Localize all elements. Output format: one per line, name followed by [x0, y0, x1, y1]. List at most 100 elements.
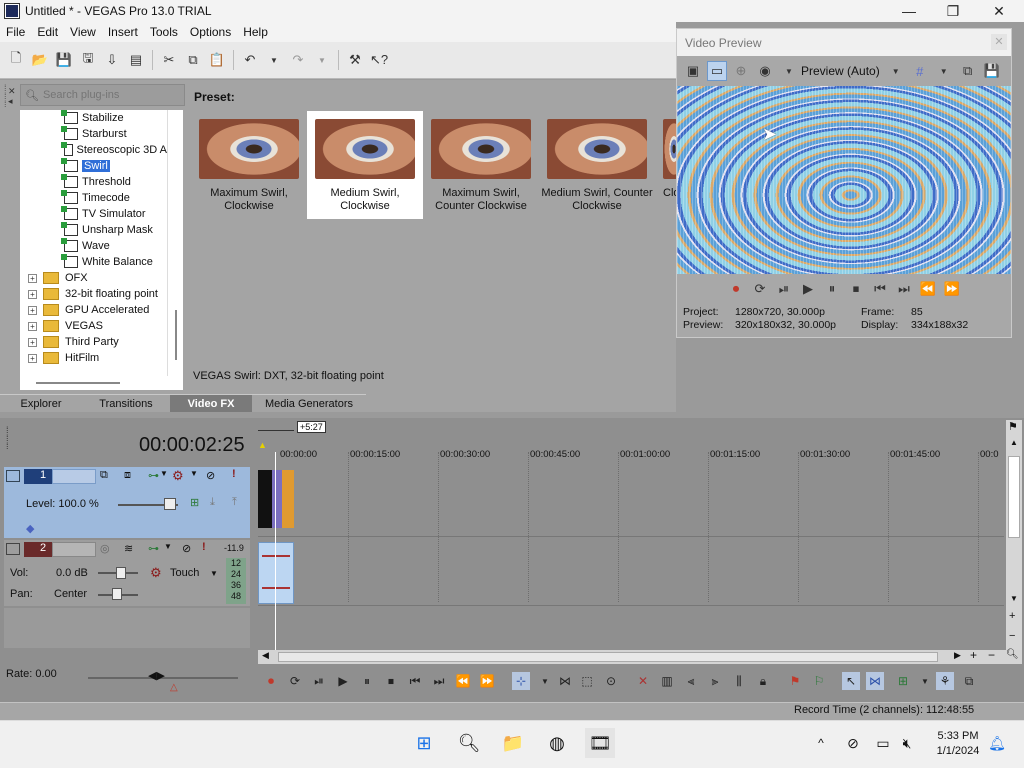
- menu-view[interactable]: View: [64, 25, 102, 39]
- volume-muted-icon[interactable]: 🔇︎: [892, 728, 922, 758]
- compositing-down-icon[interactable]: ⤓: [210, 496, 215, 509]
- solo-icon[interactable]: !: [232, 468, 236, 480]
- go-to-end-icon[interactable]: ⏭: [430, 672, 448, 690]
- minimize-button[interactable]: —: [886, 0, 932, 22]
- tab-explorer[interactable]: Explorer: [0, 394, 82, 412]
- timeline-grip[interactable]: ⁞ ⁞ ⁞: [6, 426, 9, 451]
- tree-item-threshold[interactable]: Threshold: [61, 174, 167, 190]
- tree-item-tv-simulator[interactable]: TV Simulator: [61, 206, 167, 222]
- video-fx-icon[interactable]: ◉: [755, 61, 775, 81]
- render-icon[interactable]: ⇩: [102, 50, 122, 70]
- volume-slider-thumb[interactable]: [116, 567, 126, 579]
- preset-partial[interactable]: Clo: [655, 111, 676, 219]
- audio-track-header[interactable]: 2 ◎ ≋ ⊶ ▼ ⊘ ! -11.9 Vol: 0.0 dB ⚙ Touch …: [4, 540, 250, 606]
- ripple-dropdown-icon[interactable]: ▼: [916, 672, 934, 690]
- tab-media-generators[interactable]: Media Generators: [252, 394, 366, 412]
- chrome-icon[interactable]: ◍: [542, 728, 572, 758]
- menu-tools[interactable]: Tools: [144, 25, 184, 39]
- preset-maximum-swirl-counter-clockwise[interactable]: Maximum Swirl, Counter Clockwise: [423, 111, 539, 219]
- save-snapshot-icon[interactable]: 💾: [982, 61, 1002, 81]
- loop-icon[interactable]: ⟳: [750, 279, 770, 299]
- redo-icon[interactable]: ↷: [288, 50, 308, 70]
- search-icon[interactable]: 🔍︎: [454, 728, 484, 758]
- auto-crossfade-icon[interactable]: ⋈: [866, 672, 884, 690]
- notification-bell-icon[interactable]: 🔔︎: [982, 728, 1012, 758]
- compositing-mode-icon[interactable]: ⧉: [100, 469, 108, 482]
- expand-icon[interactable]: +: [28, 321, 37, 331]
- plugin-search[interactable]: 🔍︎: [20, 84, 185, 106]
- split-icon[interactable]: ⫼: [730, 672, 748, 690]
- zoom-in-time-icon[interactable]: +: [970, 648, 977, 662]
- scroll-thumb[interactable]: [1008, 456, 1020, 538]
- trim-end-icon[interactable]: ⫸: [706, 672, 724, 690]
- previous-frame-icon[interactable]: ⏪: [918, 279, 938, 299]
- menu-insert[interactable]: Insert: [102, 25, 144, 39]
- go-to-end-icon[interactable]: ⏭: [894, 279, 914, 299]
- track-automation-icon[interactable]: ◆: [26, 522, 34, 535]
- tree-item-starburst[interactable]: Starburst: [61, 126, 167, 142]
- external-monitor-icon[interactable]: ▭: [707, 61, 727, 81]
- stop-icon[interactable]: ⏹: [382, 672, 400, 690]
- expand-icon[interactable]: +: [28, 353, 37, 363]
- insert-region-icon[interactable]: ⚐: [810, 672, 828, 690]
- overlays-grid-icon[interactable]: #: [910, 61, 930, 81]
- tree-item-swirl[interactable]: Swirl: [61, 158, 167, 174]
- menu-options[interactable]: Options: [184, 25, 237, 39]
- chevron-up-icon[interactable]: ^: [806, 728, 836, 758]
- loop-region-bar[interactable]: [258, 421, 294, 431]
- pause-icon[interactable]: ⏸: [822, 279, 842, 299]
- track-fx-dropdown-icon[interactable]: ▼: [164, 542, 172, 551]
- menu-edit[interactable]: Edit: [31, 25, 64, 39]
- trim-start-icon[interactable]: ⫷: [682, 672, 700, 690]
- track-name-field[interactable]: [52, 469, 96, 484]
- mute-icon[interactable]: ⊘: [182, 542, 191, 555]
- envelope-edit-tool-icon[interactable]: ⋈: [556, 672, 574, 690]
- track-fx-icon[interactable]: ⚙: [172, 468, 184, 484]
- solo-icon[interactable]: !: [202, 541, 206, 553]
- go-to-start-icon[interactable]: ⏮: [870, 279, 890, 299]
- expand-icon[interactable]: +: [28, 289, 37, 299]
- tab-transitions[interactable]: Transitions: [82, 394, 170, 412]
- maximize-button[interactable]: ❐: [930, 0, 976, 22]
- preset-medium-swirl-counter-clockwise[interactable]: Medium Swirl, Counter Clockwise: [539, 111, 655, 219]
- record-icon[interactable]: ⏺: [726, 279, 746, 299]
- track-fx-dropdown-icon[interactable]: ▼: [190, 469, 198, 478]
- scroll-up-icon[interactable]: ▲: [1010, 438, 1018, 447]
- new-file-icon[interactable]: 🗋: [6, 50, 26, 70]
- quality-chevron-down-icon[interactable]: ▼: [886, 61, 906, 81]
- play-from-start-icon[interactable]: ⏯: [774, 279, 794, 299]
- paste-icon[interactable]: 📋: [207, 50, 227, 70]
- arm-record-icon[interactable]: ◎: [100, 542, 110, 555]
- compositing-up-icon[interactable]: ⤒: [232, 496, 237, 509]
- copy-snapshot-icon[interactable]: ⧉: [958, 61, 978, 81]
- empty-track-area[interactable]: [4, 608, 250, 648]
- preview-properties-icon[interactable]: ▣: [683, 61, 703, 81]
- play-icon[interactable]: ▶: [798, 279, 818, 299]
- tree-item-wave[interactable]: Wave: [61, 238, 167, 254]
- search-input[interactable]: [42, 89, 173, 101]
- redo-dropdown-icon[interactable]: ▼: [312, 50, 332, 70]
- file-explorer-icon[interactable]: 📁: [498, 728, 528, 758]
- tree-item-timecode[interactable]: Timecode: [61, 190, 167, 206]
- tree-folder-vegas[interactable]: + VEGAS: [20, 318, 167, 334]
- trim-icon[interactable]: ▥: [658, 672, 676, 690]
- scroll-right-icon[interactable]: ▶: [954, 650, 961, 661]
- tree-folder-third-party[interactable]: + Third Party: [20, 334, 167, 350]
- make-compositing-child-icon[interactable]: ⧈: [124, 469, 131, 482]
- zoom-out-time-icon[interactable]: −: [988, 648, 995, 662]
- close-button[interactable]: ✕: [976, 0, 1022, 22]
- video-track-header[interactable]: 1 ⧉ ⧈ ⊶ ▼ ⚙ ▼ ⊘ ! Level: 100.0 % ⊞ ⤓ ⤒ ◆: [4, 467, 250, 538]
- zoom-in-icon[interactable]: +: [1009, 610, 1015, 622]
- automation-chevron-down-icon[interactable]: ▼: [210, 569, 218, 578]
- tree-horizontal-scrollbar[interactable]: [20, 376, 183, 390]
- tree-folder-32bit[interactable]: +32-bit floating point: [20, 286, 167, 302]
- record-icon[interactable]: ⏺: [262, 672, 280, 690]
- start-icon[interactable]: ⊞: [409, 728, 439, 758]
- normal-edit-tool-icon[interactable]: ⊹: [512, 672, 530, 690]
- timeline-horizontal-scrollbar[interactable]: ◀ ▶ + − 🔍︎: [258, 648, 1022, 664]
- tree-vertical-scrollbar[interactable]: [167, 110, 183, 376]
- play-icon[interactable]: ▶: [334, 672, 352, 690]
- track-motion-dropdown-icon[interactable]: ▼: [160, 469, 168, 478]
- undo-icon[interactable]: ↶: [240, 50, 260, 70]
- markers-icon[interactable]: ⚑: [1008, 420, 1018, 433]
